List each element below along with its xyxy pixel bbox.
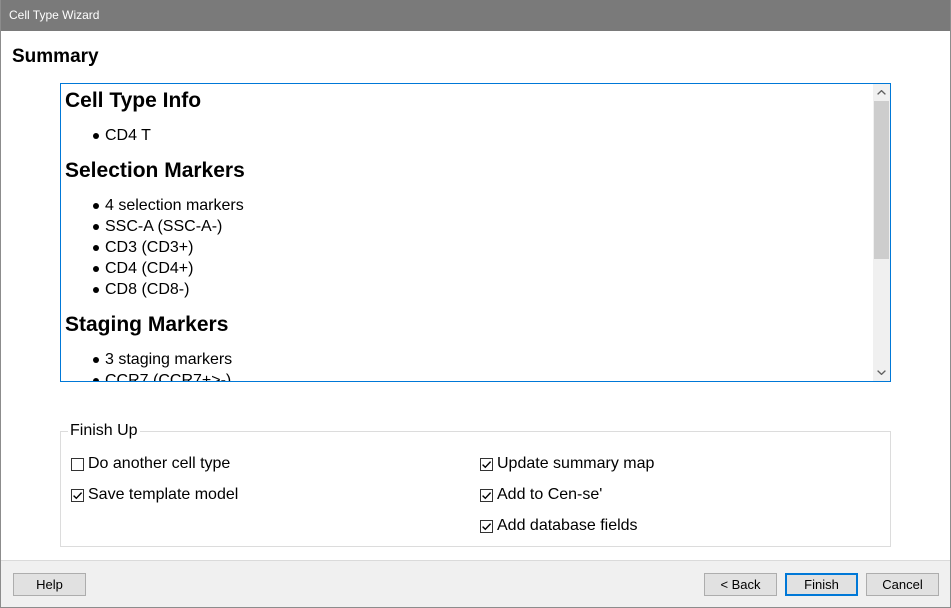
- page-title: Summary: [12, 46, 99, 67]
- section-items: 4 selection markers SSC-A (SSC-A-) CD3 (…: [65, 195, 873, 300]
- option-add-database-fields[interactable]: Add database fields: [480, 516, 638, 536]
- bullet-icon: [93, 203, 99, 209]
- finish-button[interactable]: Finish: [785, 573, 858, 596]
- checkmark-icon: [482, 522, 492, 530]
- scroll-down-button[interactable]: [873, 364, 890, 381]
- option-label[interactable]: Add to Cen-se': [497, 485, 602, 505]
- bullet-icon: [93, 357, 99, 363]
- list-item-text: CCR7 (CCR7+>-): [105, 372, 232, 381]
- list-item: 4 selection markers: [65, 195, 873, 216]
- list-item: CCR7 (CCR7+>-): [65, 370, 873, 381]
- bullet-icon: [93, 224, 99, 230]
- list-item: CD3 (CD3+): [65, 237, 873, 258]
- option-do-another-cell-type[interactable]: Do another cell type: [71, 454, 230, 474]
- list-item-text: 3 staging markers: [105, 351, 233, 368]
- chevron-up-icon: [877, 90, 886, 95]
- option-save-template-model[interactable]: Save template model: [71, 485, 238, 505]
- bullet-icon: [93, 378, 99, 381]
- back-button[interactable]: < Back: [704, 573, 777, 596]
- finish-up-label: Finish Up: [68, 421, 140, 441]
- option-label[interactable]: Add database fields: [497, 516, 638, 536]
- section-heading: Cell Type Info: [65, 89, 202, 112]
- section-items: 3 staging markers CCR7 (CCR7+>-): [65, 349, 873, 381]
- bullet-icon: [93, 133, 99, 139]
- window-title: Cell Type Wizard: [9, 8, 100, 22]
- option-label[interactable]: Save template model: [88, 485, 238, 505]
- summary-scrollbar[interactable]: [873, 84, 890, 381]
- list-item: CD4 (CD4+): [65, 258, 873, 279]
- chevron-down-icon: [877, 370, 886, 375]
- list-item: CD8 (CD8-): [65, 279, 873, 300]
- scrollbar-thumb[interactable]: [874, 101, 889, 259]
- scroll-up-button[interactable]: [873, 84, 890, 101]
- option-update-summary-map[interactable]: Update summary map: [480, 454, 654, 474]
- list-item-text: CD3 (CD3+): [105, 239, 194, 256]
- checkbox[interactable]: [480, 488, 493, 502]
- checkbox[interactable]: [71, 457, 84, 471]
- section-cell-type-info: Cell Type Info CD4 T: [65, 89, 873, 146]
- section-selection-markers: Selection Markers 4 selection markers SS…: [65, 159, 873, 300]
- list-item-text: CD4 T: [105, 127, 151, 144]
- bullet-icon: [93, 266, 99, 272]
- list-item-text: CD4 (CD4+): [105, 260, 194, 277]
- bullet-icon: [93, 245, 99, 251]
- checkbox[interactable]: [480, 519, 493, 533]
- list-item: CD4 T: [65, 125, 873, 146]
- title-bar[interactable]: Cell Type Wizard: [0, 0, 951, 31]
- option-add-to-cen-se[interactable]: Add to Cen-se': [480, 485, 602, 505]
- cancel-button[interactable]: Cancel: [866, 573, 939, 596]
- summary-content: Cell Type Info CD4 T Selection Markers 4…: [61, 84, 873, 381]
- section-heading: Staging Markers: [65, 313, 229, 336]
- checkbox[interactable]: [480, 457, 493, 471]
- summary-listbox[interactable]: Cell Type Info CD4 T Selection Markers 4…: [60, 83, 891, 382]
- list-item: SSC-A (SSC-A-): [65, 216, 873, 237]
- checkbox[interactable]: [71, 488, 84, 502]
- list-item-text: 4 selection markers: [105, 197, 244, 214]
- help-button[interactable]: Help: [13, 573, 86, 596]
- option-label[interactable]: Do another cell type: [88, 454, 230, 474]
- section-staging-markers: Staging Markers 3 staging markers CCR7 (…: [65, 313, 873, 381]
- section-heading: Selection Markers: [65, 159, 245, 182]
- checkmark-icon: [482, 491, 492, 499]
- bullet-icon: [93, 287, 99, 293]
- checkmark-icon: [482, 460, 492, 468]
- section-items: CD4 T: [65, 125, 873, 146]
- list-item-text: SSC-A (SSC-A-): [105, 218, 223, 235]
- list-item: 3 staging markers: [65, 349, 873, 370]
- list-item-text: CD8 (CD8-): [105, 281, 190, 298]
- checkmark-icon: [73, 491, 83, 499]
- option-label[interactable]: Update summary map: [497, 454, 654, 474]
